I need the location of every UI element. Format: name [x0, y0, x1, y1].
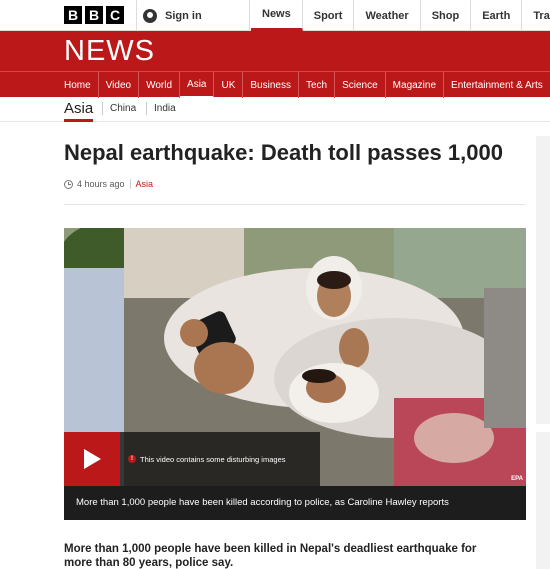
article-headline: Nepal earthquake: Death toll passes 1,00… — [64, 140, 503, 165]
top-nav-weather[interactable]: Weather — [354, 0, 421, 31]
section-nav-uk[interactable]: UK — [214, 72, 244, 98]
section-nav-asia[interactable]: Asia — [180, 72, 215, 98]
news-banner: NEWS — [0, 31, 550, 71]
section-nav-science[interactable]: Science — [335, 72, 386, 98]
logo-letter-b2: B — [85, 6, 103, 24]
top-nav-news[interactable]: News — [251, 0, 303, 31]
top-nav: News Sport Weather Shop Earth Travel — [251, 0, 550, 31]
top-bar: B B C Sign in News Sport Weather Shop Ea… — [0, 0, 550, 31]
sub-nav-divider — [146, 102, 147, 115]
sub-nav-divider — [102, 102, 103, 115]
top-nav-earth[interactable]: Earth — [471, 0, 523, 31]
top-nav-travel[interactable]: Travel — [522, 0, 550, 31]
user-icon — [143, 8, 157, 23]
article-time: 4 hours ago — [77, 179, 125, 189]
article-meta: 4 hours ago Asia — [64, 179, 153, 189]
image-credit: EPA — [511, 476, 523, 482]
sub-nav: Asia China India — [0, 97, 550, 122]
section-nav: Home Video World Asia UK Business Tech S… — [0, 71, 550, 98]
section-nav-business[interactable]: Business — [243, 72, 299, 98]
article-lede: More than 1,000 people have been killed … — [64, 543, 477, 569]
right-column — [536, 136, 550, 569]
top-nav-sport[interactable]: Sport — [303, 0, 355, 31]
play-icon — [84, 449, 101, 469]
play-button[interactable] — [64, 432, 120, 486]
news-logo[interactable]: NEWS — [64, 35, 155, 68]
sub-nav-china[interactable]: China — [110, 103, 136, 114]
warning-text: This video contains some disturbing imag… — [140, 454, 286, 464]
top-nav-shop[interactable]: Shop — [421, 0, 472, 31]
video-player[interactable]: ! This video contains some disturbing im… — [64, 228, 526, 486]
sign-in-label: Sign in — [165, 9, 202, 22]
video-caption: More than 1,000 people have been killed … — [64, 486, 526, 520]
sub-nav-title[interactable]: Asia — [64, 100, 94, 122]
warning-icon: ! — [128, 455, 136, 463]
section-nav-entertainment[interactable]: Entertainment & Arts — [444, 72, 550, 98]
logo-letter-c: C — [106, 6, 124, 24]
disturbing-images-warning: ! This video contains some disturbing im… — [120, 432, 320, 486]
section-nav-tech[interactable]: Tech — [299, 72, 336, 98]
section-nav-video[interactable]: Video — [99, 72, 140, 98]
article-tag[interactable]: Asia — [136, 179, 154, 189]
section-nav-world[interactable]: World — [139, 72, 181, 98]
sign-in-link[interactable]: Sign in — [136, 0, 250, 31]
clock-icon — [64, 179, 73, 189]
divider — [64, 204, 526, 205]
sub-nav-india[interactable]: India — [154, 103, 176, 114]
logo-letter-b1: B — [64, 6, 82, 24]
meta-divider — [129, 179, 131, 189]
section-nav-home[interactable]: Home — [57, 72, 99, 98]
bbc-logo[interactable]: B B C — [64, 6, 124, 24]
section-nav-magazine[interactable]: Magazine — [386, 72, 445, 98]
